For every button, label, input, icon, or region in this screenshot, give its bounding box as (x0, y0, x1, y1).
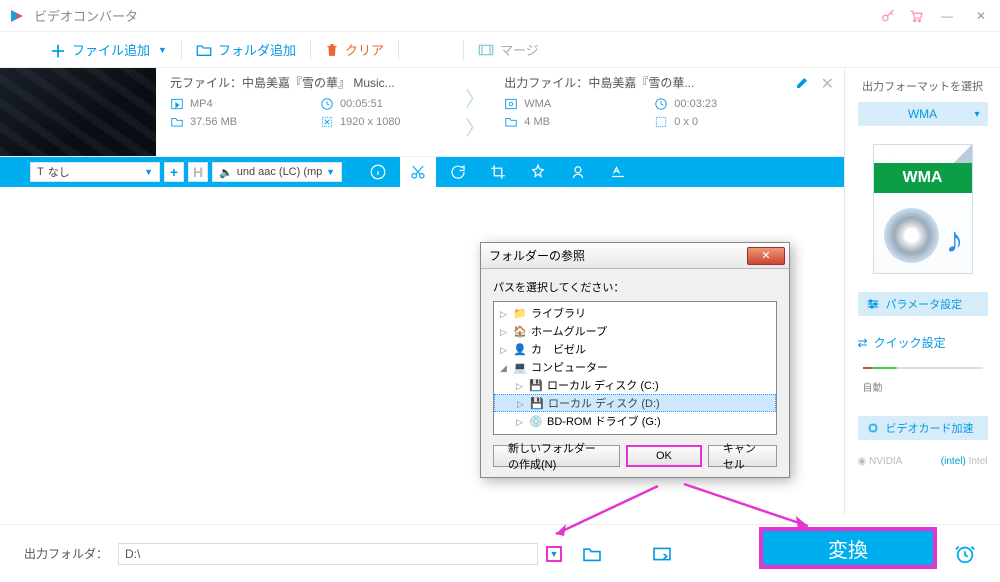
dialog-close-button[interactable]: ✕ (747, 247, 785, 265)
clock-icon (654, 97, 668, 111)
music-note-icon: ♪ (946, 219, 964, 261)
audio-format-icon (504, 97, 518, 111)
new-folder-button[interactable]: 新しいフォルダーの作成(N) (493, 445, 620, 467)
intel-label: (intel) Intel (941, 456, 988, 467)
subtitle-select[interactable]: Tなし▼ (30, 162, 160, 182)
tree-item[interactable]: ◢💻コンピューター (494, 358, 776, 376)
format-select-label: 出力フォーマットを選択 (862, 78, 983, 94)
dialog-prompt: パスを選択してください： (493, 279, 777, 295)
sliders-icon (866, 298, 880, 310)
hardcode-button[interactable]: H (188, 162, 208, 182)
edit-icon[interactable] (795, 74, 811, 90)
clear-button[interactable]: クリア (325, 40, 384, 59)
subtitle-icon[interactable] (600, 157, 636, 187)
ok-button[interactable]: OK (626, 445, 702, 467)
add-folder-button[interactable]: フォルダ追加 (196, 40, 296, 59)
app-logo-icon (8, 7, 26, 25)
edit-toolbar: Tなし▼ + H 🔈und aac (LC) (mp▼ (0, 157, 844, 187)
gpu-vendors: ◉ NVIDIA (intel) Intel (858, 456, 988, 467)
crop-icon[interactable] (480, 157, 516, 187)
output-title: 出力ファイル：中島美嘉『雪の華... (504, 74, 780, 91)
auto-label: 自動 (863, 379, 983, 394)
browse-icon[interactable] (652, 546, 672, 562)
media-item: 元ファイル：中島美嘉『雪の華』 Music... MP4 00:05:51 37… (0, 68, 844, 157)
format-dropdown[interactable]: WMA (858, 102, 988, 126)
folder-icon (504, 115, 518, 129)
disc-icon (884, 208, 939, 263)
source-title: 元ファイル：中島美嘉『雪の華』 Music... (170, 74, 446, 91)
resolution-icon (320, 115, 334, 129)
dialog-titlebar[interactable]: フォルダーの参照 ✕ (481, 243, 789, 269)
add-file-button[interactable]: ＋ ファイル追加▼ (50, 38, 167, 62)
format-icon (170, 97, 184, 111)
folder-browse-dialog: フォルダーの参照 ✕ パスを選択してください： ▷📁ライブラリ ▷🏠ホームグルー… (480, 242, 790, 478)
tree-item[interactable]: ▷💿BD-ROM ドライブ (G:) (494, 412, 776, 430)
plus-icon: ＋ (50, 38, 66, 62)
quality-slider[interactable] (863, 367, 983, 369)
tree-item[interactable]: ▷👤カ ビゼル (494, 340, 776, 358)
clock-icon (320, 97, 334, 111)
alarm-icon[interactable] (954, 543, 976, 565)
output-path-field[interactable]: D:\ (118, 543, 538, 565)
trash-icon (325, 42, 339, 58)
cart-icon[interactable] (908, 8, 924, 24)
resolution-icon (654, 115, 668, 129)
convert-button[interactable]: 変換 (760, 528, 936, 568)
nvidia-label: ◉ NVIDIA (858, 456, 903, 467)
params-button[interactable]: パラメータ設定 (858, 292, 988, 316)
open-folder-icon[interactable] (582, 546, 602, 562)
merge-button[interactable]: マージ (478, 40, 539, 59)
cancel-button[interactable]: キャンセル (708, 445, 777, 467)
info-icon[interactable] (360, 157, 396, 187)
tree-item[interactable]: ▷🏠ホームグループ (494, 322, 776, 340)
gpu-accel-button[interactable]: ビデオカード加速 (858, 416, 988, 440)
app-title: ビデオコンバータ (34, 6, 138, 25)
chip-icon (866, 422, 880, 434)
key-icon[interactable] (880, 8, 896, 24)
tree-item-selected[interactable]: ▷💾ローカル ディスク (D:) (494, 394, 776, 412)
watermark-icon[interactable] (560, 157, 596, 187)
arrow-right-icon: 〉 (465, 112, 485, 141)
folder-icon (196, 43, 212, 57)
folder-tree[interactable]: ▷📁ライブラリ ▷🏠ホームグループ ▷👤カ ビゼル ◢💻コンピューター ▷💾ロー… (493, 301, 777, 435)
output-folder-label: 出力フォルダ： (24, 545, 108, 562)
remove-item-icon[interactable]: ✕ (821, 74, 834, 94)
arrow-right-icon: 〉 (465, 83, 485, 112)
close-button[interactable]: ✕ (970, 5, 992, 27)
audio-select[interactable]: 🔈und aac (LC) (mp▼ (212, 162, 342, 182)
chevron-down-icon: ▼ (158, 45, 167, 55)
minimize-button[interactable]: — (936, 5, 958, 27)
video-thumbnail[interactable] (0, 68, 156, 156)
quick-settings-label: ⇄クイック設定 (858, 334, 988, 351)
cut-icon[interactable] (400, 157, 436, 187)
path-dropdown[interactable]: ▼ (546, 546, 562, 562)
rotate-icon[interactable] (440, 157, 476, 187)
effect-icon[interactable] (520, 157, 556, 187)
tree-item[interactable]: ▷💾ローカル ディスク (C:) (494, 376, 776, 394)
folder-icon (170, 115, 184, 129)
merge-icon (478, 43, 494, 57)
format-preview[interactable]: WMA ♪ (873, 144, 973, 274)
tree-item[interactable]: ▷📁ライブラリ (494, 304, 776, 322)
add-sub-button[interactable]: + (164, 162, 184, 182)
